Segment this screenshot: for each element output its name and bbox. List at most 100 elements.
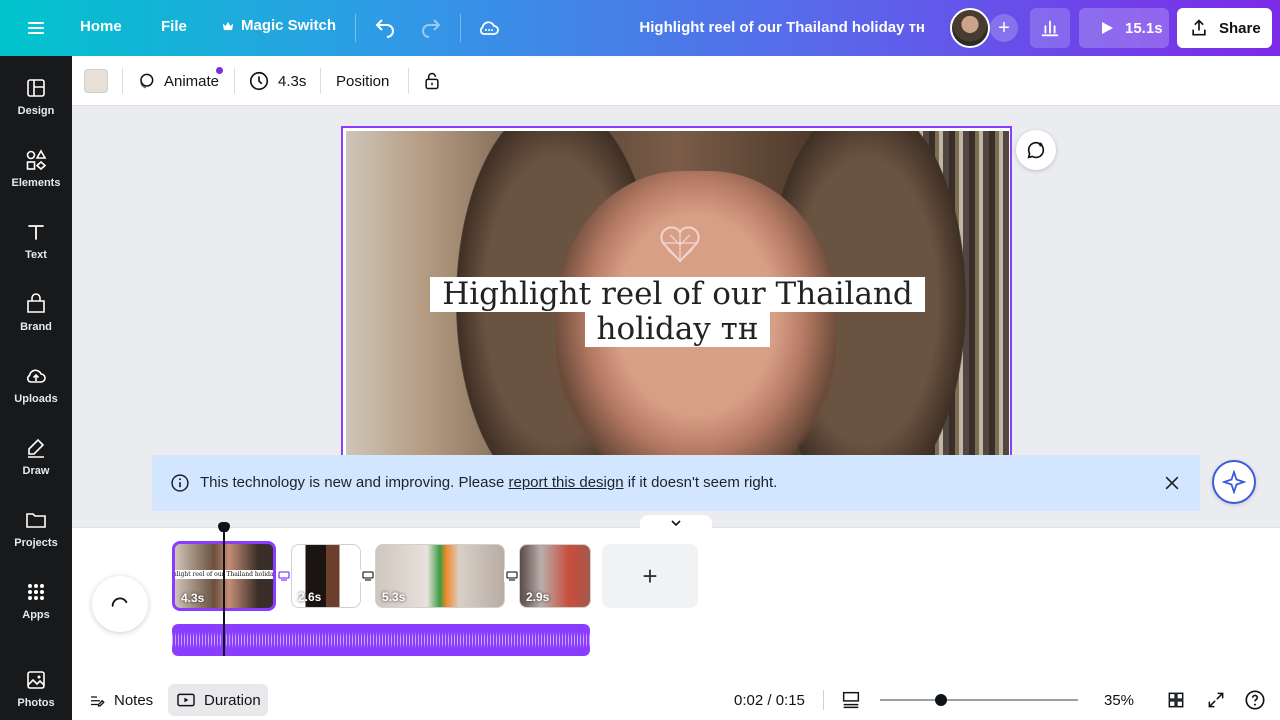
timeline-clip-3[interactable]: 5.3s bbox=[375, 544, 505, 608]
notice-suffix: if it doesn't seem right. bbox=[623, 474, 778, 491]
text-icon bbox=[28, 225, 44, 240]
color-swatch[interactable] bbox=[84, 69, 108, 93]
comment-plus-icon bbox=[1027, 141, 1045, 159]
info-icon bbox=[171, 474, 189, 492]
sidebar-item-label: Text bbox=[25, 249, 47, 261]
transition-button[interactable] bbox=[276, 568, 292, 584]
clip-duration: 2.6s bbox=[298, 590, 322, 604]
audio-waveform bbox=[172, 624, 590, 656]
editor-toolbar: Animate 4.3s Position bbox=[72, 56, 1280, 106]
cloud-sync-icon[interactable] bbox=[477, 16, 501, 40]
clip-duration: 5.3s bbox=[382, 590, 406, 604]
sidebar-item-uploads[interactable]: Uploads bbox=[0, 356, 72, 420]
add-collaborator-button[interactable]: + bbox=[990, 14, 1018, 42]
divider bbox=[234, 68, 235, 94]
sidebar-item-label: Photos bbox=[17, 697, 55, 709]
sidebar-item-apps[interactable]: Apps bbox=[0, 572, 72, 636]
sidebar-item-draw[interactable]: Draw bbox=[0, 428, 72, 492]
loading-spinner bbox=[92, 576, 148, 632]
transition-icon bbox=[278, 571, 290, 581]
sidebar-item-label: Design bbox=[17, 105, 55, 117]
elements-icon bbox=[26, 149, 47, 171]
duration-value: 4.3s bbox=[278, 72, 307, 90]
sidebar-item-elements[interactable]: Elements bbox=[0, 140, 72, 204]
time-readout: 0:02 / 0:15 bbox=[734, 691, 805, 709]
video-icon bbox=[177, 693, 195, 707]
insights-button[interactable] bbox=[1030, 8, 1070, 48]
divider bbox=[355, 14, 356, 42]
top-bar: Home File Magic Switch Highlight reel of… bbox=[0, 0, 1280, 56]
add-comment-button[interactable] bbox=[1016, 130, 1056, 170]
redo-icon[interactable] bbox=[419, 16, 443, 40]
file-menu[interactable]: File bbox=[161, 18, 187, 35]
help-icon[interactable] bbox=[1244, 689, 1266, 711]
play-duration: 15.1s bbox=[1125, 19, 1163, 37]
background-photo: Highlight reel of our Thailand holiday ᴛ… bbox=[346, 131, 1009, 460]
menu-icon[interactable] bbox=[24, 16, 48, 40]
zoom-slider-handle[interactable] bbox=[935, 694, 947, 706]
heart-logo-icon bbox=[660, 226, 700, 263]
divider bbox=[408, 68, 409, 94]
play-button[interactable]: 15.1s bbox=[1079, 8, 1169, 48]
timeline-clip-4[interactable]: 2.9s bbox=[519, 544, 591, 608]
transition-button[interactable] bbox=[360, 568, 376, 584]
duration-toggle-button[interactable]: Duration bbox=[168, 684, 268, 716]
home-link[interactable]: Home bbox=[80, 18, 122, 35]
clip-duration: 4.3s bbox=[181, 591, 205, 605]
design-canvas[interactable]: Highlight reel of our Thailand holiday ᴛ… bbox=[341, 126, 1012, 460]
zoom-slider[interactable] bbox=[880, 699, 1078, 701]
sidebar: Design Elements Text Brand Uploads Draw … bbox=[0, 56, 72, 720]
magic-assistant-button[interactable] bbox=[1212, 460, 1256, 504]
position-label: Position bbox=[336, 72, 390, 90]
close-icon[interactable] bbox=[1162, 473, 1182, 493]
divider bbox=[460, 14, 461, 42]
folder-icon bbox=[26, 513, 46, 528]
position-button[interactable]: Position bbox=[336, 66, 389, 96]
add-page-button[interactable]: + bbox=[602, 544, 698, 608]
share-label: Share bbox=[1219, 19, 1261, 37]
brand-icon bbox=[27, 293, 45, 313]
sidebar-item-photos[interactable]: Photos bbox=[0, 660, 72, 720]
sidebar-item-text[interactable]: Text bbox=[0, 212, 72, 276]
lock-button[interactable] bbox=[422, 66, 442, 96]
grid-view-icon[interactable] bbox=[1166, 690, 1186, 710]
divider bbox=[320, 68, 321, 94]
duration-button[interactable]: 4.3s bbox=[248, 66, 306, 96]
new-badge-dot bbox=[216, 67, 223, 74]
sidebar-item-projects[interactable]: Projects bbox=[0, 500, 72, 564]
lock-icon bbox=[425, 72, 439, 90]
page-view-icon[interactable] bbox=[840, 689, 862, 711]
transition-button[interactable] bbox=[504, 568, 520, 584]
design-title[interactable]: Highlight reel of our Thailand holiday ᴛ… bbox=[639, 19, 925, 36]
share-button[interactable]: Share bbox=[1177, 8, 1272, 48]
zoom-level[interactable]: 35% bbox=[1104, 688, 1134, 712]
duration-label: Duration bbox=[204, 691, 261, 709]
canvas-title-text[interactable]: Highlight reel of our Thailand holiday ᴛ… bbox=[346, 277, 1009, 347]
photos-icon bbox=[27, 671, 45, 689]
playhead-handle[interactable] bbox=[218, 522, 230, 532]
sidebar-item-label: Apps bbox=[22, 609, 50, 621]
playhead[interactable] bbox=[223, 526, 225, 656]
animate-button[interactable]: Animate bbox=[136, 66, 219, 96]
sidebar-item-label: Draw bbox=[22, 465, 50, 477]
notice-prefix: This technology is new and improving. Pl… bbox=[200, 474, 509, 491]
timeline-clip-2[interactable]: 2.6s bbox=[291, 544, 361, 608]
magic-switch-label: Magic Switch bbox=[241, 17, 337, 34]
design-icon bbox=[27, 79, 45, 97]
notes-label: Notes bbox=[114, 691, 154, 709]
magic-switch-button[interactable]: Magic Switch bbox=[221, 17, 336, 34]
clock-icon bbox=[249, 71, 269, 91]
collapse-timeline-button[interactable] bbox=[640, 515, 712, 529]
audio-track[interactable] bbox=[172, 624, 590, 656]
sidebar-item-brand[interactable]: Brand bbox=[0, 284, 72, 348]
sidebar-item-label: Projects bbox=[14, 537, 58, 549]
sidebar-item-design[interactable]: Design bbox=[0, 68, 72, 132]
draw-icon bbox=[28, 438, 45, 458]
undo-icon[interactable] bbox=[373, 16, 397, 40]
title-line-1: Highlight reel of our Thailand bbox=[430, 277, 925, 312]
avatar[interactable] bbox=[950, 8, 990, 48]
notes-icon bbox=[91, 696, 105, 707]
report-design-link[interactable]: report this design bbox=[509, 474, 624, 491]
fullscreen-icon[interactable] bbox=[1206, 690, 1226, 710]
notes-button[interactable]: Notes bbox=[88, 688, 153, 712]
